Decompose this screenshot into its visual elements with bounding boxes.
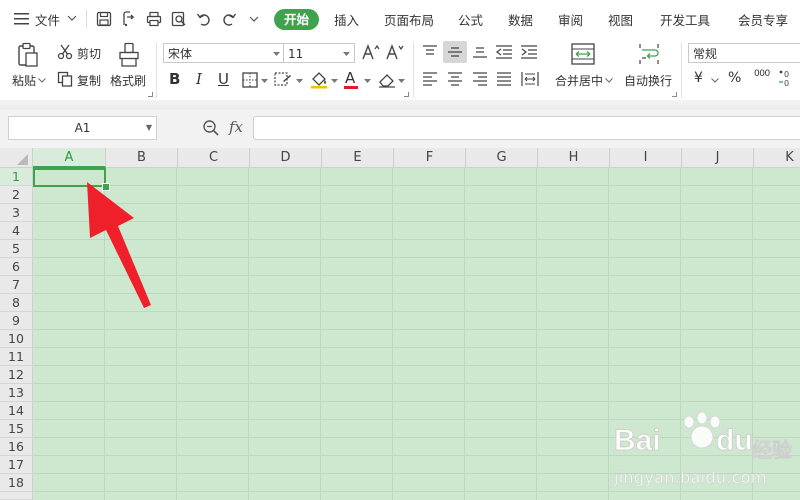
baidu-jingyan-watermark: Bai du 经验 jingyan.baidu.com	[612, 410, 800, 498]
tab-review[interactable]: 审阅	[558, 10, 583, 29]
chevron-down-icon: ▼	[145, 123, 152, 132]
tab-developer[interactable]: 开发工具	[660, 10, 710, 29]
font-name-value: 宋体	[168, 47, 193, 61]
ribbon-divider	[156, 42, 157, 98]
font-size-select[interactable]: 11	[283, 43, 355, 63]
wrap-text-button[interactable]: 自动换行	[624, 72, 672, 89]
undo-icon[interactable]	[196, 11, 212, 27]
ribbon-divider	[413, 42, 414, 98]
merge-center-button[interactable]: 合并居中	[555, 72, 603, 89]
chevron-down-icon[interactable]	[296, 79, 303, 84]
tab-insert[interactable]: 插入	[334, 10, 359, 29]
copy-button[interactable]: 复制	[77, 72, 101, 89]
align-middle-icon[interactable]	[448, 47, 462, 57]
menu-file[interactable]: 文件	[35, 10, 60, 29]
chevron-down-icon[interactable]	[364, 79, 371, 84]
merge-center-icon[interactable]	[571, 43, 595, 65]
align-center-icon[interactable]	[448, 72, 462, 86]
menu-bar: 文件 开始 插入 页面布局 公式 数据 审阅 视图 开发工具 会员专享	[0, 0, 800, 38]
justify-icon[interactable]	[497, 72, 511, 86]
increase-font-icon[interactable]	[362, 44, 380, 60]
align-bottom-icon[interactable]	[473, 47, 487, 59]
quick-access-dropdown-icon[interactable]	[249, 16, 259, 23]
clipboard-dialog-launcher[interactable]	[148, 92, 153, 97]
currency-button[interactable]: ¥	[694, 70, 703, 86]
scissors-icon[interactable]	[57, 44, 73, 60]
chevron-down-icon	[343, 52, 350, 57]
svg-text:0: 0	[784, 79, 789, 88]
chevron-down-icon[interactable]	[261, 79, 268, 84]
formula-bar: A1 ▼ fx	[0, 110, 800, 148]
number-format-select[interactable]: 常规	[688, 43, 800, 63]
print-icon[interactable]	[146, 11, 162, 27]
align-left-icon[interactable]	[423, 72, 437, 86]
align-right-icon[interactable]	[473, 72, 487, 86]
formula-input[interactable]	[253, 116, 800, 140]
distributed-align-icon[interactable]	[521, 71, 539, 87]
increase-decimal-icon[interactable]: 00	[778, 68, 800, 88]
paste-icon[interactable]	[16, 42, 40, 68]
tab-view[interactable]: 视图	[608, 10, 633, 29]
paste-dropdown-icon[interactable]	[38, 78, 46, 83]
alignment-dialog-launcher[interactable]	[672, 92, 677, 97]
tab-formulas[interactable]: 公式	[458, 10, 483, 29]
watermark-logo-text: Bai	[614, 424, 662, 458]
paste-button[interactable]: 粘贴	[12, 72, 36, 89]
bold-button[interactable]: B	[169, 70, 180, 88]
thousands-separator-button[interactable]: 000	[754, 69, 770, 79]
align-top-icon[interactable]	[423, 45, 437, 57]
chevron-down-icon	[273, 52, 280, 57]
tab-member[interactable]: 会员专享	[738, 10, 788, 29]
chevron-down-icon[interactable]	[331, 79, 338, 84]
ribbon-bottom-edge	[0, 100, 800, 110]
decrease-indent-icon[interactable]	[496, 45, 512, 59]
print-preview-icon[interactable]	[171, 11, 187, 27]
chevron-down-icon[interactable]	[605, 78, 613, 83]
eraser-icon[interactable]	[378, 72, 396, 88]
font-dialog-launcher[interactable]	[404, 92, 409, 97]
number-format-value: 常规	[693, 47, 718, 61]
chevron-down-icon[interactable]	[67, 15, 77, 22]
tab-home[interactable]: 开始	[274, 9, 319, 30]
watermark-url: jingyan.baidu.com	[614, 468, 767, 488]
chevron-down-icon[interactable]	[398, 79, 405, 84]
hamburger-menu-icon[interactable]	[14, 13, 30, 25]
name-box[interactable]: A1 ▼	[8, 116, 157, 140]
percent-button[interactable]: %	[728, 70, 741, 86]
tab-data[interactable]: 数据	[508, 10, 533, 29]
borders-icon[interactable]	[242, 72, 258, 88]
increase-indent-icon[interactable]	[521, 45, 537, 59]
cut-button[interactable]: 剪切	[77, 45, 101, 62]
insert-function-button[interactable]: fx	[229, 118, 243, 136]
format-painter-icon[interactable]	[118, 42, 140, 68]
tab-page-layout[interactable]: 页面布局	[384, 10, 434, 29]
font-color-button[interactable]: A	[345, 69, 355, 87]
save-icon[interactable]	[96, 11, 112, 27]
fill-color-icon[interactable]	[310, 71, 328, 89]
redo-icon[interactable]	[221, 11, 237, 27]
svg-text:0: 0	[784, 70, 789, 79]
wrap-text-icon[interactable]	[637, 43, 661, 65]
font-color-swatch	[344, 86, 358, 89]
watermark-brand: 经验	[752, 438, 793, 463]
menu-divider	[86, 10, 87, 28]
chevron-down-icon[interactable]	[711, 78, 719, 83]
font-name-select[interactable]: 宋体	[163, 43, 285, 63]
font-size-value: 11	[288, 47, 304, 61]
conditional-format-icon[interactable]	[274, 72, 292, 88]
format-painter-button[interactable]: 格式刷	[110, 72, 146, 89]
export-icon[interactable]	[121, 11, 137, 27]
watermark-logo-suffix: du	[716, 424, 754, 458]
underline-button[interactable]: U	[218, 70, 229, 88]
copy-icon[interactable]	[57, 71, 73, 87]
decrease-font-icon[interactable]	[386, 44, 404, 60]
ribbon-toolbar: 粘贴 剪切 复制 格式刷 宋体 11 B I U A 合并居中 自动换行 常规 …	[0, 38, 800, 100]
italic-button[interactable]: I	[196, 70, 202, 88]
name-box-value: A1	[74, 121, 91, 135]
ribbon-divider	[681, 42, 682, 98]
zoom-search-icon[interactable]	[202, 119, 220, 137]
